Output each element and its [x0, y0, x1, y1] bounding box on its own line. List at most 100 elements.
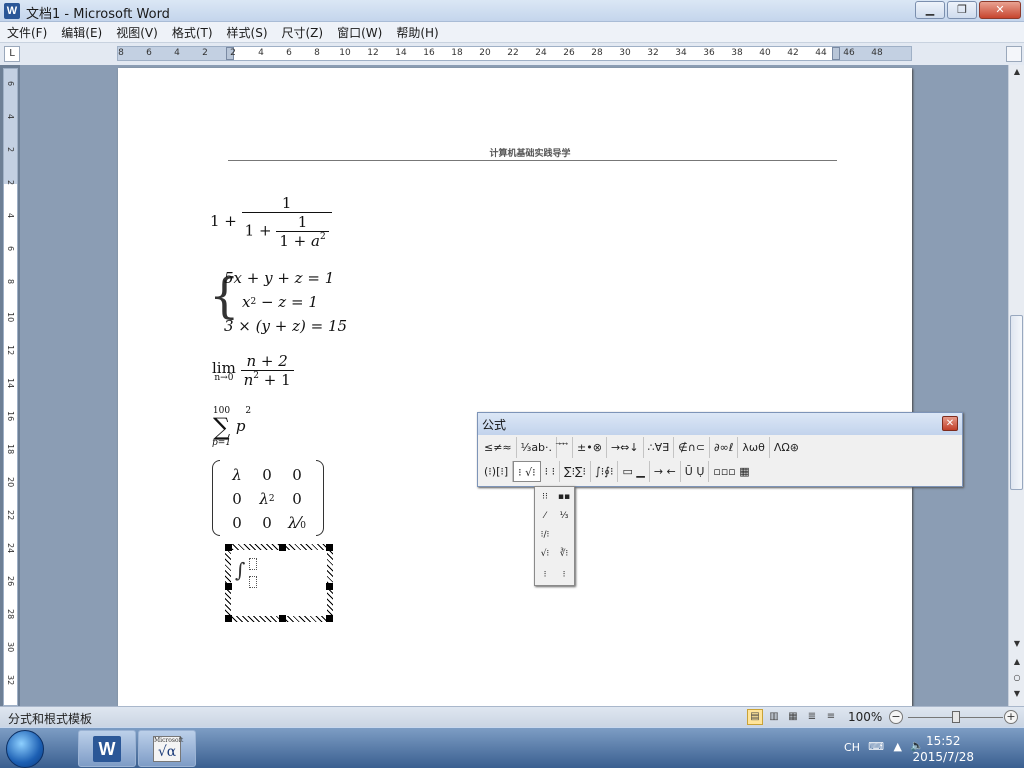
small-fraction-template[interactable]: ▪▪ — [556, 489, 572, 505]
eq1-inner-exp: 2 — [319, 232, 326, 242]
resize-handle-w[interactable] — [225, 583, 232, 590]
logical-symbols-button[interactable]: ∴∀∃ — [644, 436, 675, 458]
lower-limit-slot[interactable] — [249, 576, 257, 588]
square-root-template[interactable]: √⁝ — [537, 546, 553, 562]
show-hidden-icons-icon[interactable]: ▲ — [894, 740, 902, 753]
word-app-icon[interactable]: W — [4, 3, 20, 19]
resize-handle-sw[interactable] — [225, 615, 232, 622]
equation-matrix[interactable]: λ00 0 λ2 0 0 0 λ⁄0 — [212, 460, 324, 538]
ruler-tick-label: 10 — [339, 48, 351, 58]
small-slash-fraction-template[interactable]: ⅓ — [556, 508, 572, 524]
taskbar-equation-editor-button[interactable]: Microsoft √α — [138, 730, 196, 767]
menu-edit[interactable]: 编辑(E) — [54, 24, 109, 41]
vruler-top-margin — [4, 69, 17, 184]
upper-limit-slot[interactable] — [249, 558, 257, 570]
vruler-tick-label: 22 — [6, 510, 15, 521]
equation-toolbar-title-bar[interactable]: 公式 ✕ — [478, 413, 962, 435]
web-layout-icon[interactable]: ▦ — [785, 709, 801, 725]
full-screen-reading-icon[interactable]: ▥ — [766, 709, 782, 725]
minimize-button[interactable]: ▁ — [915, 1, 945, 19]
view-ruler-toggle[interactable] — [1006, 46, 1022, 62]
equation-continued-fraction[interactable]: 1 + 1 1 + 1 1 + a2 — [210, 194, 332, 250]
document-area[interactable]: 计算机基础实践导学 1 + 1 1 + 1 1 + a2 { 5x + y + … — [20, 65, 1008, 706]
outline-view-icon[interactable]: ≣ — [804, 709, 820, 725]
browse-object-icon[interactable]: ○ — [1011, 673, 1023, 685]
integral-templates-button[interactable]: ∫⁝∮⁝ — [591, 460, 619, 482]
greek-uppercase-button[interactable]: ΛΩ⊛ — [770, 437, 803, 458]
next-page-icon[interactable]: ▼ — [1011, 689, 1023, 701]
spaces-ellipses-button[interactable]: ⅓ab·. — [517, 436, 558, 458]
zoom-out-button[interactable]: − — [889, 710, 903, 724]
fence-templates-button[interactable]: (⁝)[⁝] — [480, 460, 514, 482]
resize-handle-n[interactable] — [279, 544, 286, 551]
resize-handle-s[interactable] — [279, 615, 286, 622]
menu-window[interactable]: 窗口(W) — [330, 24, 389, 41]
scroll-thumb[interactable] — [1010, 315, 1023, 490]
keyboard-icon[interactable]: ⌨ — [868, 740, 884, 753]
equation-toolbar-close-button[interactable]: ✕ — [942, 416, 958, 431]
long-division-template[interactable]: ⁝ — [537, 567, 553, 583]
menu-file[interactable]: 文件(F) — [0, 24, 54, 41]
fraction-radical-templates-button[interactable]: ⁝ √⁝ — [513, 460, 541, 482]
misc-symbols-button[interactable]: ∂∞ℓ — [710, 436, 739, 458]
eq2-row-2: x2 − z = 1 — [242, 293, 318, 311]
equation-summation[interactable]: 100 ∑ p=1 p2 — [212, 406, 251, 448]
start-button[interactable] — [6, 730, 44, 768]
relational-symbols-button[interactable]: ≤≠≈ — [480, 436, 517, 458]
resize-handle-nw[interactable] — [225, 544, 232, 551]
scroll-down-arrow-icon[interactable]: ▼ — [1011, 639, 1023, 651]
equation-edit-area[interactable]: ∫ — [231, 550, 327, 616]
zoom-in-button[interactable]: + — [1004, 710, 1018, 724]
arrow-symbols-button[interactable]: →⇔↓ — [607, 436, 644, 458]
equation-toolbar-title: 公式 — [482, 418, 507, 432]
clock[interactable]: 15:52 2015/7/28 — [912, 733, 974, 765]
embellishments-button[interactable]: ⃗ ⃗ ⃗ — [557, 436, 574, 458]
nth-root-template[interactable]: ∛⁝ — [556, 546, 572, 562]
vruler-tick-label: 4 — [6, 114, 15, 120]
resize-handle-se[interactable] — [326, 615, 333, 622]
full-fraction-template[interactable]: ⁝⁝ — [537, 489, 553, 505]
summation-templates-button[interactable]: ∑⁝∑⁝ — [560, 460, 591, 482]
vruler-tick-label: 2 — [6, 147, 15, 153]
equation-limit[interactable]: lim n→0 n + 2 n2 + 1 — [212, 352, 294, 389]
zoom-level[interactable]: 100% — [848, 710, 882, 724]
equation-system[interactable]: { 5x + y + z = 1 x2 − z = 1 3 × (y + z) … — [209, 266, 347, 338]
vertical-scrollbar[interactable]: ▲ ▼ ▲ ○ ▼ — [1008, 65, 1024, 706]
menu-style[interactable]: 样式(S) — [220, 24, 275, 41]
draft-view-icon[interactable]: ≡ — [823, 709, 839, 725]
set-theory-symbols-button[interactable]: ∉∩⊂ — [674, 436, 710, 458]
equation-edit-box[interactable]: ∫ — [225, 544, 333, 622]
scroll-up-arrow-icon[interactable]: ▲ — [1011, 67, 1023, 79]
labeled-arrow-templates-button[interactable]: → ← — [650, 460, 681, 482]
resize-handle-e[interactable] — [326, 583, 333, 590]
resize-handle-ne[interactable] — [326, 544, 333, 551]
restore-button[interactable]: ❐ — [947, 1, 977, 19]
matrix-templates-button[interactable]: ▫▫▫ ▦ — [709, 461, 753, 482]
taskbar-word-button[interactable]: W — [78, 730, 136, 767]
vertical-ruler[interactable]: 6 4 2 2 4 6 8 10 12 14 16 18 20 22 24 26 28 30 32 — [3, 68, 18, 706]
menu-view[interactable]: 视图(V) — [109, 24, 165, 41]
products-set-templates-button[interactable]: Ū Ụ — [681, 460, 710, 482]
right-indent-marker[interactable] — [832, 47, 840, 60]
operator-symbols-button[interactable]: ±•⊗ — [573, 436, 607, 458]
underbar-overbar-templates-button[interactable]: ▭ ▁ — [618, 460, 650, 482]
ime-indicator[interactable]: CH — [844, 741, 860, 754]
zoom-slider-thumb[interactable] — [951, 711, 960, 723]
menu-format[interactable]: 格式(T) — [165, 24, 220, 41]
greek-lowercase-button[interactable]: λωθ — [738, 436, 770, 458]
menu-help[interactable]: 帮助(H) — [389, 24, 445, 41]
tab-selector[interactable]: L — [4, 46, 20, 62]
eq4-sigma: ∑ — [212, 413, 231, 441]
long-division-alt-template[interactable]: ⁝ — [556, 567, 572, 583]
ruler-tick-label: 22 — [507, 48, 519, 58]
slash-fraction-template[interactable]: ⁄ — [537, 508, 553, 524]
subscript-superscript-templates-button[interactable]: ⁝ ⁝ — [541, 460, 561, 482]
print-layout-view-icon[interactable]: ▤ — [747, 709, 763, 725]
ruler-tick-label: 14 — [395, 48, 407, 58]
close-button[interactable]: ✕ — [979, 1, 1021, 19]
ruler-tick-label: 40 — [759, 48, 771, 58]
baseline-slash-template[interactable]: ⁝/⁝ — [537, 527, 553, 543]
previous-page-icon[interactable]: ▲ — [1011, 657, 1023, 669]
horizontal-ruler[interactable]: 8 6 4 2 2 4 6 8 10 12 14 16 18 20 22 24 26 28 30 32 34 36 38 40… — [117, 46, 912, 61]
menu-size[interactable]: 尺寸(Z) — [275, 24, 331, 41]
